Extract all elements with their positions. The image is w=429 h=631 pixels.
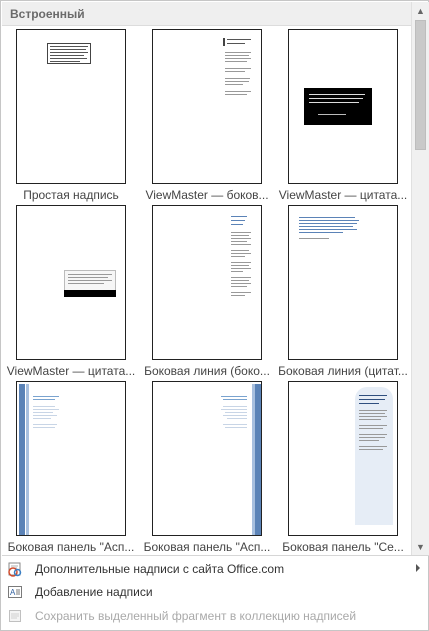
textbox-gallery-panel: Встроенный Простая надпись ViewMaster — … <box>0 0 429 631</box>
textbox-icon: A <box>7 584 23 600</box>
save-selection-label: Сохранить выделенный фрагмент в коллекци… <box>35 609 357 623</box>
quote-block <box>64 270 116 297</box>
thumbnail-preview <box>288 381 398 536</box>
gallery-item-caption: ViewMaster — боков... <box>145 188 269 202</box>
accent-bar <box>223 38 225 46</box>
rounded-sidebar-shape <box>355 387 393 525</box>
office-online-icon <box>7 561 23 577</box>
more-textboxes-from-office-menu-item[interactable]: Дополнительные надписи с сайта Office.co… <box>2 558 429 581</box>
more-textboxes-label: Дополнительные надписи с сайта Office.co… <box>35 562 285 576</box>
thumbnail-preview <box>288 205 398 360</box>
blue-side-stripe <box>19 384 25 535</box>
gallery-item-aspect-sidebar-right[interactable]: Боковая панель "Асп... <box>142 381 272 555</box>
thumbnail-preview <box>152 29 262 184</box>
gallery-item-caption: Боковая панель "Асп... <box>7 540 135 554</box>
gallery-item-caption: Боковая линия (цитат... <box>278 364 408 378</box>
gallery-item-viewmaster-quote-light[interactable]: ViewMaster — цитата... <box>6 205 136 381</box>
gallery-item-caption: Простая надпись <box>23 188 119 202</box>
svg-text:A: A <box>10 588 16 597</box>
dark-quote-block <box>304 88 372 125</box>
gallery-item-viewmaster-sidebar[interactable]: ViewMaster — боков... <box>142 29 272 205</box>
thumbnail-preview <box>16 29 126 184</box>
gallery-scrollbar[interactable]: ▲ ▼ <box>411 2 429 555</box>
gallery-item-aspect-sidebar-left[interactable]: Боковая панель "Асп... <box>6 381 136 555</box>
save-to-gallery-icon <box>7 608 23 624</box>
scroll-up-arrow-icon[interactable]: ▲ <box>412 2 429 19</box>
gallery-section-header: Встроенный <box>2 2 411 26</box>
scroll-down-arrow-icon[interactable]: ▼ <box>412 538 429 555</box>
resize-grip[interactable] <box>1 625 429 630</box>
gallery-item-caption: Боковая панель "Се... <box>282 540 404 554</box>
gallery-section-title: Встроенный <box>10 7 85 21</box>
gallery-item-caption: Боковая панель "Асп... <box>143 540 271 554</box>
gallery-item-caption: Боковая линия (боко... <box>144 364 270 378</box>
gallery-item-sideline-quote[interactable]: Боковая линия (цитат... <box>278 205 408 381</box>
scrollbar-thumb[interactable] <box>415 20 426 150</box>
gallery-item-sideline-sidebar[interactable]: Боковая линия (боко... <box>142 205 272 381</box>
gallery-item-caption: ViewMaster — цитата... <box>6 364 136 378</box>
thumbnail-preview <box>288 29 398 184</box>
gallery-item-caption: ViewMaster — цитата... <box>278 188 408 202</box>
thumbnail-preview <box>16 205 126 360</box>
thumbnail-preview <box>152 381 262 536</box>
gallery-item-sidebar-se[interactable]: Боковая панель "Се... <box>278 381 408 555</box>
submenu-arrow-icon <box>416 564 420 572</box>
thumbnail-preview <box>16 381 126 536</box>
textbox-gallery: Простая надпись ViewMaster — боков... Vi… <box>2 26 411 555</box>
draw-textbox-menu-item[interactable]: A Добавление надписи <box>2 581 429 604</box>
menu-separator <box>2 555 429 556</box>
gallery-item-viewmaster-quote-dark[interactable]: ViewMaster — цитата... <box>278 29 408 205</box>
thumbnail-preview <box>152 205 262 360</box>
gallery-item-simple-textbox[interactable]: Простая надпись <box>6 29 136 205</box>
draw-textbox-label: Добавление надписи <box>35 585 153 599</box>
blue-side-stripe <box>255 384 261 535</box>
